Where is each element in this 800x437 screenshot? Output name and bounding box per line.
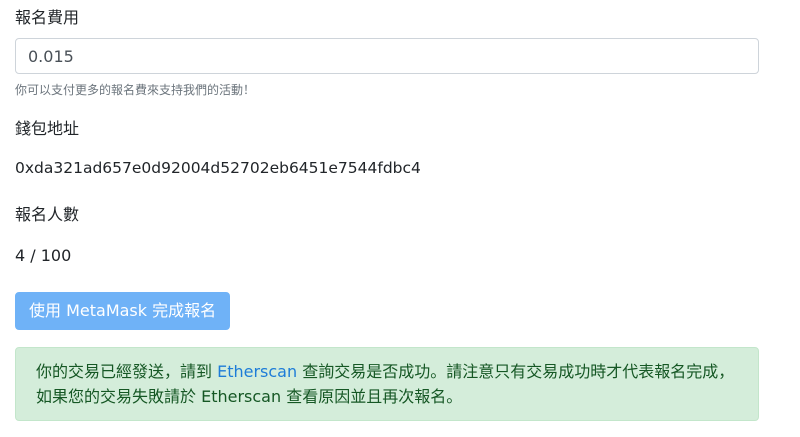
alert-text-before-link: 你的交易已經發送，請到 — [36, 362, 218, 381]
etherscan-link[interactable]: Etherscan — [217, 362, 297, 381]
wallet-label: 錢包地址 — [15, 119, 80, 138]
fee-label: 報名費用 — [15, 8, 80, 27]
transaction-alert: 你的交易已經發送，請到 Etherscan 查詢交易是否成功。請注意只有交易成功… — [15, 347, 759, 421]
registrants-label: 報名人數 — [15, 205, 80, 224]
metamask-register-button[interactable]: 使用 MetaMask 完成報名 — [15, 292, 231, 330]
wallet-address: 0xda321ad657e0d92004d52702eb6451e7544fdb… — [15, 159, 421, 177]
fee-input[interactable] — [15, 38, 759, 74]
registrants-count: 4 / 100 — [15, 246, 72, 265]
fee-help-text: 你可以支付更多的報名費來支持我們的活動！ — [15, 83, 256, 97]
